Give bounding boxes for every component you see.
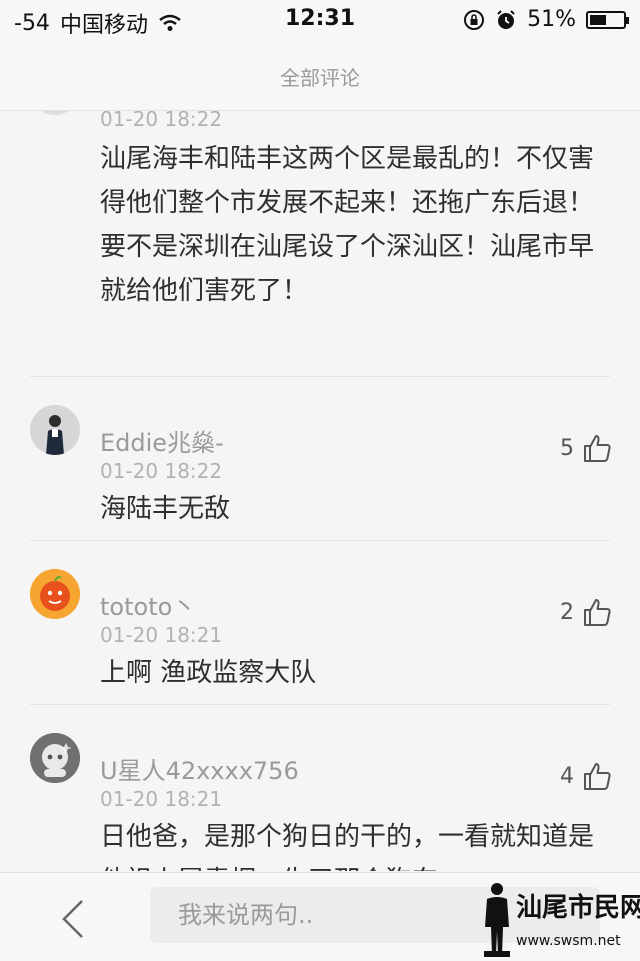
comment-time: 01-20 18:21 — [100, 787, 223, 811]
comment-content: 汕尾海丰和陆丰这两个区是最乱的！不仅害得他们整个市发展不起来！还拖广东后退！要不… — [100, 144, 595, 306]
back-chevron-icon[interactable] — [56, 899, 90, 939]
orientation-lock-icon — [464, 9, 485, 30]
comment-time: 01-20 18:22 — [100, 111, 223, 131]
comment-username[interactable]: U星人42xxxx756 — [100, 751, 299, 786]
comment-time: 01-20 18:22 — [100, 459, 223, 483]
comment-item: U星人42xxxx756 01-20 18:21 日他爸，是那个狗日的干的，一看… — [0, 705, 640, 871]
avatar[interactable] — [30, 111, 80, 115]
like-button[interactable]: 2 — [560, 597, 612, 627]
comment-content: 海陆丰无敌 — [100, 494, 231, 524]
comment-item: tototo丶 01-20 18:21 上啊 渔政监察大队 2 — [0, 541, 640, 704]
like-count: 2 — [560, 599, 574, 625]
watermark-text: 汕尾市民网 — [516, 893, 640, 923]
person-photo-icon — [30, 405, 80, 455]
watermark-url: www.swsm.net — [516, 933, 621, 949]
orange-mascot-icon — [30, 569, 80, 619]
thumbs-up-icon — [584, 435, 611, 462]
avatar[interactable] — [30, 405, 80, 455]
comment-item: Eddie兆燊- 01-20 18:22 海陆丰无敌 5 — [0, 377, 640, 540]
site-watermark: 汕尾市民网 www.swsm.net — [482, 879, 640, 957]
page-title: 全部评论 — [280, 66, 360, 90]
comment-username[interactable]: tototo丶 — [100, 587, 196, 622]
like-count: 5 — [560, 435, 574, 461]
comment-item: 01-20 18:22 汕尾海丰和陆丰这两个区是最乱的！不仅害得他们整个市发展不… — [0, 111, 640, 376]
thumbs-up-icon — [584, 763, 611, 790]
battery-icon — [586, 10, 629, 29]
thumbs-up-icon — [584, 599, 611, 626]
comment-content: 日他爸，是那个狗日的干的，一看就知道是他祖上冒青烟，生了那个狗东 — [100, 822, 595, 871]
like-button[interactable]: 4 — [560, 761, 612, 791]
nav-bar: 全部评论 — [0, 40, 640, 111]
status-bar: -54 中国移动 12:31 51% — [0, 0, 640, 40]
bottom-bar: 我来说两句.. 汕尾市民网 www.swsm.net — [0, 872, 640, 961]
avatar[interactable] — [30, 733, 80, 783]
like-button[interactable]: 5 — [560, 433, 612, 463]
status-right: 51% — [463, 7, 629, 32]
battery-percent: 51% — [527, 7, 576, 32]
like-count: 4 — [560, 763, 574, 789]
comment-time: 01-20 18:21 — [100, 623, 223, 647]
alarm-icon — [497, 9, 515, 29]
battery-fill — [590, 14, 607, 25]
comment-content: 上啊 渔政监察大队 — [100, 658, 317, 688]
alien-avatar-icon — [30, 733, 80, 783]
avatar[interactable] — [30, 569, 80, 619]
comment-username[interactable]: Eddie兆燊- — [100, 423, 224, 458]
man-silhouette-logo — [484, 883, 510, 957]
comment-list[interactable]: 01-20 18:22 汕尾海丰和陆丰这两个区是最乱的！不仅害得他们整个市发展不… — [0, 111, 640, 871]
